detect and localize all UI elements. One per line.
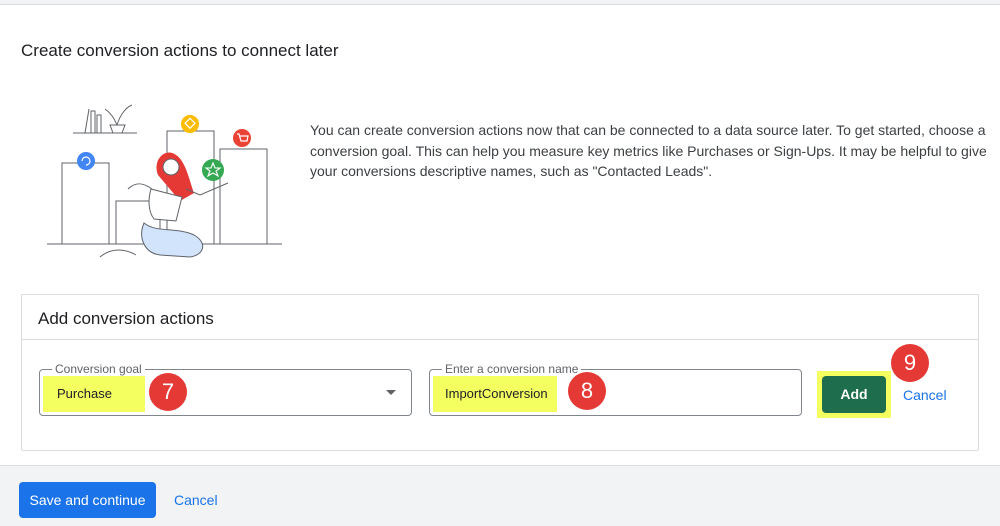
panel-cancel-link[interactable]: Cancel (903, 387, 947, 403)
footer-cancel-link[interactable]: Cancel (174, 492, 218, 508)
conversion-name-label: Enter a conversion name (442, 362, 582, 376)
add-button[interactable]: Add (822, 376, 886, 413)
save-and-continue-button[interactable]: Save and continue (19, 482, 156, 518)
conversion-illustration (47, 104, 282, 258)
step-badge-8: 8 (568, 372, 606, 410)
conversion-goal-value: Purchase (43, 376, 145, 412)
page-title: Create conversion actions to connect lat… (21, 41, 339, 60)
conversion-goal-label: Conversion goal (52, 362, 145, 376)
step-badge-9: 9 (891, 344, 929, 382)
conversion-goal-select[interactable]: Conversion goal Purchase (39, 362, 412, 416)
panel-title: Add conversion actions (38, 309, 214, 328)
step-badge-7: 7 (149, 373, 187, 411)
page-description: You can create conversion actions now th… (310, 122, 987, 179)
cart-icon (233, 129, 251, 147)
refresh-icon (77, 152, 95, 170)
conversion-name-input[interactable]: Enter a conversion name ImportConversion (429, 362, 802, 416)
add-conversion-actions-panel: Add conversion actions Conversion goal P… (21, 294, 979, 451)
dropdown-arrow-icon[interactable] (386, 390, 396, 395)
main-card: Create conversion actions to connect lat… (0, 4, 1000, 466)
conversion-name-value: ImportConversion (433, 376, 557, 412)
panel-divider (22, 339, 978, 340)
